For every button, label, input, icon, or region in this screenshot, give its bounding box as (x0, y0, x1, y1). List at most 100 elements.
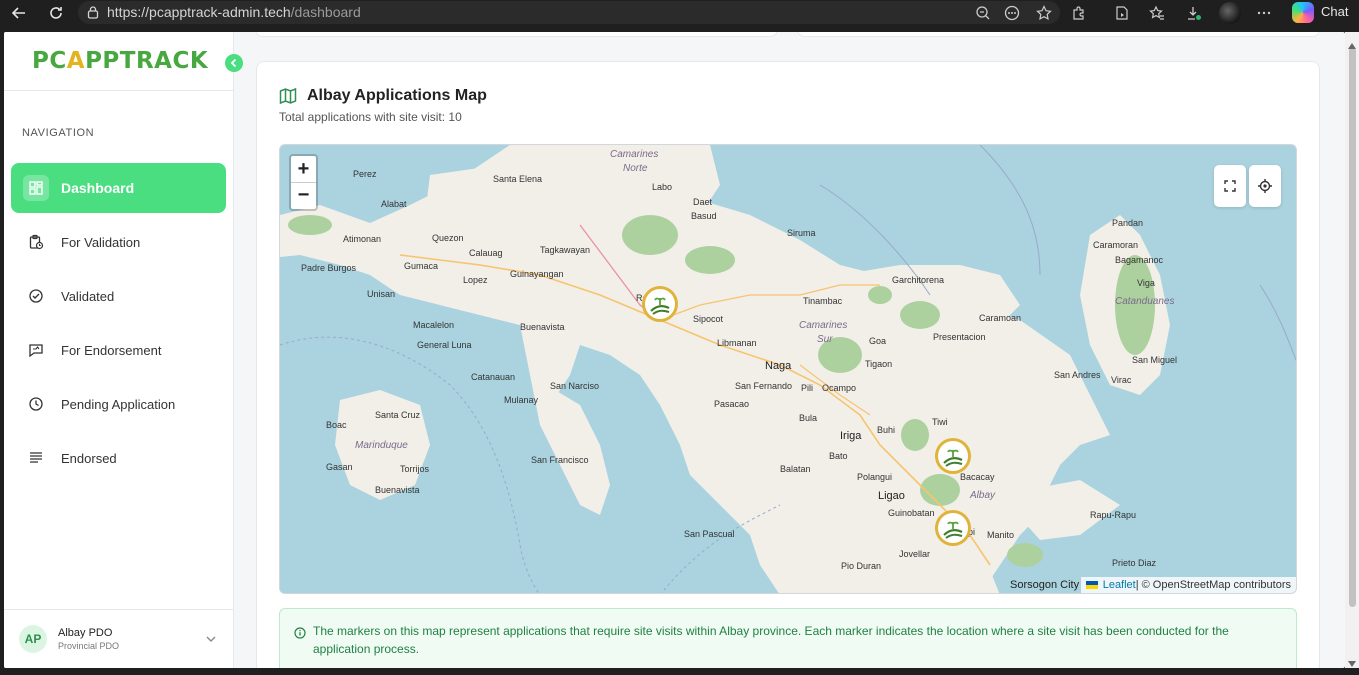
place-label: Prieto Diaz (1112, 558, 1157, 568)
application-marker[interactable] (642, 286, 678, 322)
place-label: Quezon (432, 233, 464, 243)
place-label: Padre Burgos (301, 263, 357, 273)
zoom-out-icon[interactable] (972, 2, 994, 24)
plant-icon (650, 297, 670, 315)
place-label: San Miguel (1132, 355, 1178, 365)
sidebar-item-label: Pending Application (61, 396, 176, 412)
map-card-title: Albay Applications Map (307, 87, 487, 104)
sidebar-item-endorsed[interactable]: Endorsed (11, 433, 226, 483)
url-text: https://pcapptrack-admin.tech/dashboard (107, 4, 361, 20)
scroll-up-icon[interactable] (1348, 36, 1356, 54)
map-info-alert: The markers on this map represent applic… (279, 608, 1297, 668)
locate-button[interactable] (1249, 165, 1281, 207)
sidebar-item-validated[interactable]: Validated (11, 271, 226, 321)
zoom-in-button[interactable]: + (291, 156, 316, 182)
media-icon[interactable] (1111, 2, 1133, 24)
place-label: Viga (1137, 278, 1155, 288)
place-label: Bacacay (960, 472, 995, 482)
sidebar-item-label: For Endorsement (61, 342, 162, 358)
logo-part-pptrack: PPTRACK (85, 48, 209, 74)
sidebar-item-label: Dashboard (61, 180, 135, 196)
place-label: San Fernando (735, 381, 793, 391)
place-label: Ocampo (822, 383, 857, 393)
place-label: Caramoran (1093, 240, 1139, 250)
zoom-out-button[interactable]: − (291, 182, 316, 208)
scrollbar-thumb[interactable] (1349, 47, 1356, 607)
place-label: Virac (1111, 375, 1132, 385)
application-marker[interactable] (935, 438, 971, 474)
albay-map[interactable]: + − Camarines Norte Perez Santa Elena La… (279, 144, 1297, 594)
url-path: /dashboard (290, 4, 361, 20)
place-label: Rapu-Rapu (1090, 510, 1137, 520)
place-label: Perez (353, 169, 377, 179)
sidebar-divider (4, 90, 234, 91)
place-label: Labo (652, 182, 673, 192)
sidebar-item-label: Endorsed (61, 450, 117, 466)
map-card-subtitle: Total applications with site visit: 10 (279, 110, 462, 124)
place-label: Guinobatan (888, 508, 935, 518)
place-label: Buhi (877, 425, 896, 435)
user-avatar[interactable]: AP (19, 625, 47, 653)
more-circle-icon[interactable] (1001, 2, 1023, 24)
leaflet-link[interactable]: Leaflet (1103, 579, 1136, 591)
place-label: Pandan (1112, 218, 1144, 228)
place-label: Siruma (787, 228, 816, 238)
place-label: Tigaon (865, 359, 893, 369)
place-label: Sur (817, 334, 833, 345)
place-label: Pio Duran (841, 561, 882, 571)
plant-icon (943, 449, 963, 467)
sidebar-item-for-validation[interactable]: For Validation (11, 217, 226, 267)
fullscreen-button[interactable] (1214, 165, 1246, 207)
place-label: Pasacao (714, 399, 750, 409)
place-label: Presentacion (933, 332, 986, 342)
place-label: Buenavista (520, 322, 565, 332)
app-logo: PCAPPTRACK (32, 48, 208, 74)
place-label: Bato (829, 451, 848, 461)
sidebar-collapse-button[interactable] (225, 54, 243, 72)
zoom-control: + − (289, 154, 318, 211)
place-label: Balatan (780, 464, 811, 474)
place-label: Bagamanoc (1115, 255, 1164, 265)
app-window: PCAPPTRACK NAVIGATION Dashboard For Vali… (4, 32, 1345, 668)
application-marker[interactable] (935, 510, 971, 546)
lock-icon (86, 5, 100, 24)
map-icon (279, 87, 297, 110)
favorite-star-icon[interactable] (1033, 2, 1055, 24)
sidebar-item-pending-application[interactable]: Pending Application (11, 379, 226, 429)
place-label: Albay (970, 490, 996, 501)
main-content: Albay Applications Map Total application… (235, 32, 1345, 668)
place-label: Libmanan (717, 338, 757, 348)
message-send-icon (27, 341, 45, 359)
place-label: Guinayangan (510, 269, 564, 279)
place-label: Torrijos (400, 464, 430, 474)
place-label: Alabat (381, 199, 407, 209)
downloads-icon[interactable] (1183, 2, 1205, 24)
refresh-icon[interactable] (45, 2, 67, 24)
favorites-icon[interactable] (1146, 2, 1168, 24)
place-label: San Pascual (684, 529, 735, 539)
address-bar[interactable]: https://pcapptrack-admin.tech/dashboard (78, 1, 1060, 24)
place-label: Boac (326, 420, 347, 430)
chevron-left-icon (230, 58, 237, 68)
more-menu-icon[interactable] (1253, 2, 1275, 24)
extensions-icon[interactable] (1068, 2, 1090, 24)
place-label: Atimonan (343, 234, 382, 244)
place-label: Catanduanes (1115, 296, 1175, 307)
user-role: Provincial PDO (58, 641, 120, 651)
chevron-down-icon[interactable] (205, 632, 217, 650)
info-text: The markers on this map represent applic… (313, 624, 1229, 656)
place-label: General Luna (417, 340, 472, 350)
place-label: Caramoan (979, 313, 1022, 323)
back-icon[interactable] (8, 2, 30, 24)
sidebar-item-dashboard[interactable]: Dashboard (11, 163, 226, 213)
chat-button[interactable]: Chat (1321, 4, 1348, 19)
place-label: Tinambac (803, 296, 843, 306)
place-label: Macalelon (413, 320, 455, 330)
sidebar-item-for-endorsement[interactable]: For Endorsement (11, 325, 226, 375)
copilot-icon[interactable] (1292, 2, 1314, 23)
place-label: San Narciso (550, 381, 600, 391)
ukraine-flag-icon (1085, 581, 1098, 589)
check-circle-icon (27, 287, 45, 305)
profile-avatar[interactable] (1219, 2, 1241, 24)
user-divider (4, 609, 234, 610)
